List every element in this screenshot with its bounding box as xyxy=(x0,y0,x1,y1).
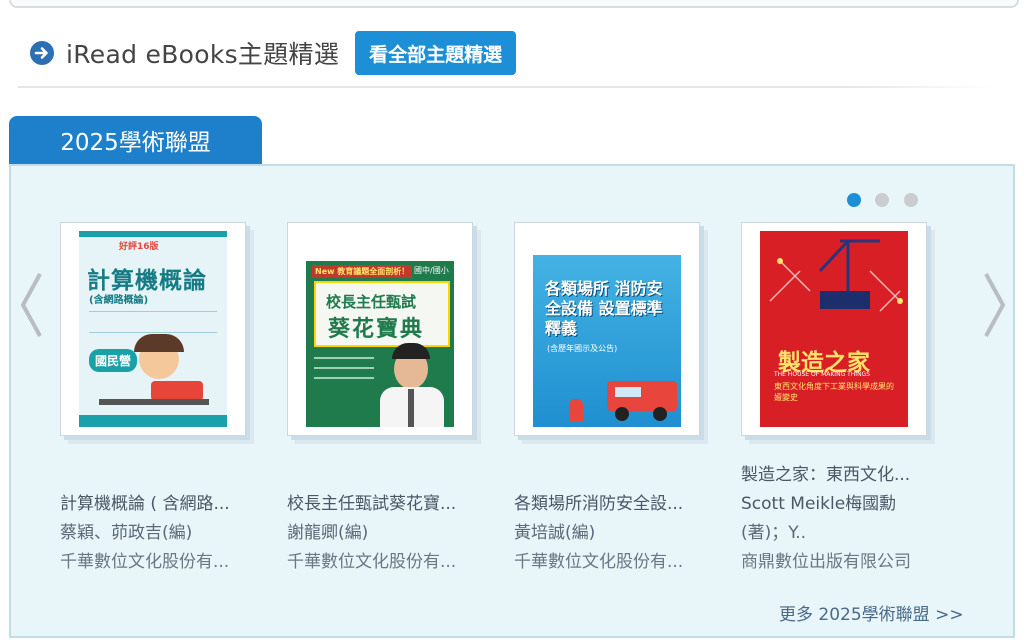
book-title[interactable]: 製造之家：東西文化... xyxy=(741,461,971,490)
book-cover[interactable]: 製造之家 THE HOUSE OF MAKING THINGS 東西文化角度下工… xyxy=(760,231,908,427)
view-all-topics-button[interactable]: 看全部主題精選 xyxy=(355,31,517,75)
book-publisher: 商鼎數位出版有限公司 xyxy=(741,552,911,572)
more-academic-alliance-link[interactable]: 更多 2025學術聯盟 >> xyxy=(779,600,964,625)
carousel-dot-1[interactable] xyxy=(847,193,861,207)
book-author: 黃培誠(編) xyxy=(514,523,596,543)
book-title[interactable]: 校長主任甄試葵花寶... xyxy=(287,490,517,519)
section-divider xyxy=(18,86,993,88)
cover-tag: 國民營 xyxy=(89,349,138,372)
previous-section-box xyxy=(9,0,1019,8)
tab-academic-alliance[interactable]: 2025學術聯盟 xyxy=(9,116,262,164)
book-cover[interactable]: 好評16版 計算機概論 (含網路概論) 國民營 xyxy=(79,231,227,427)
book-cover-frame[interactable]: 好評16版 計算機概論 (含網路概論) 國民營 xyxy=(60,222,246,436)
carousel-dot-3[interactable] xyxy=(904,193,918,207)
book-cover[interactable]: New 教育議題全面剖析！ 國中/國小 校長主任甄試 葵花寶典 xyxy=(306,231,454,427)
book-author: 蔡穎、茆政吉(編) xyxy=(60,523,193,543)
carousel-prev-icon[interactable] xyxy=(16,270,46,340)
cover-en-title: THE HOUSE OF MAKING THINGS xyxy=(774,371,871,378)
cover-title: 校長主任甄試 xyxy=(326,293,417,311)
section-title: iRead eBooks主題精選 xyxy=(66,40,340,69)
arrow-right-circle-icon xyxy=(30,41,54,65)
cover-banner: New 教育議題全面剖析！ xyxy=(312,265,413,278)
cover-subtitle: (含網路概論) xyxy=(89,295,149,306)
book-author-link[interactable]: Scott Meikle梅國勳 xyxy=(741,494,896,514)
cover-title: 各類場所 消防安全設備 設置標準釋義 xyxy=(545,279,663,338)
cover-subtitle: 葵花寶典 xyxy=(328,317,425,342)
book-cover-frame[interactable]: 製造之家 THE HOUSE OF MAKING THINGS 東西文化角度下工… xyxy=(741,222,927,436)
cover-subtitle: (含歷年國示及公告) xyxy=(547,344,618,353)
book-author: 謝龍卿(編) xyxy=(287,523,369,543)
book-publisher: 千華數位文化股份有... xyxy=(60,552,230,572)
book-title[interactable]: 計算機概論 ( 含網路... xyxy=(60,490,290,519)
book-cover-frame[interactable]: New 教育議題全面剖析！ 國中/國小 校長主任甄試 葵花寶典 xyxy=(287,222,473,436)
book-title[interactable]: 各類場所消防安全設... xyxy=(514,490,744,519)
cover-title: 計算機概論 xyxy=(87,268,207,294)
crane-illustration xyxy=(769,239,903,312)
cover-subtitle: 東西文化角度下工業與科學成果的嬗變史 xyxy=(774,382,894,402)
book-author: (著)；Y.. xyxy=(741,523,807,543)
carousel-dot-2[interactable] xyxy=(875,193,889,207)
carousel-next-icon[interactable] xyxy=(980,270,1010,340)
cover-tag: 國中/國小 xyxy=(414,266,449,275)
book-publisher: 千華數位文化股份有... xyxy=(287,552,457,572)
book-cover-frame[interactable]: 各類場所 消防安全設備 設置標準釋義 (含歷年國示及公告) xyxy=(514,222,700,436)
book-publisher: 千華數位文化股份有... xyxy=(514,552,684,572)
section-header: iRead eBooks主題精選 看全部主題精選 xyxy=(30,30,517,76)
cover-badge: 好評16版 xyxy=(119,242,159,252)
book-cover[interactable]: 各類場所 消防安全設備 設置標準釋義 (含歷年國示及公告) xyxy=(533,231,681,427)
hydrant-illustration xyxy=(569,399,583,421)
